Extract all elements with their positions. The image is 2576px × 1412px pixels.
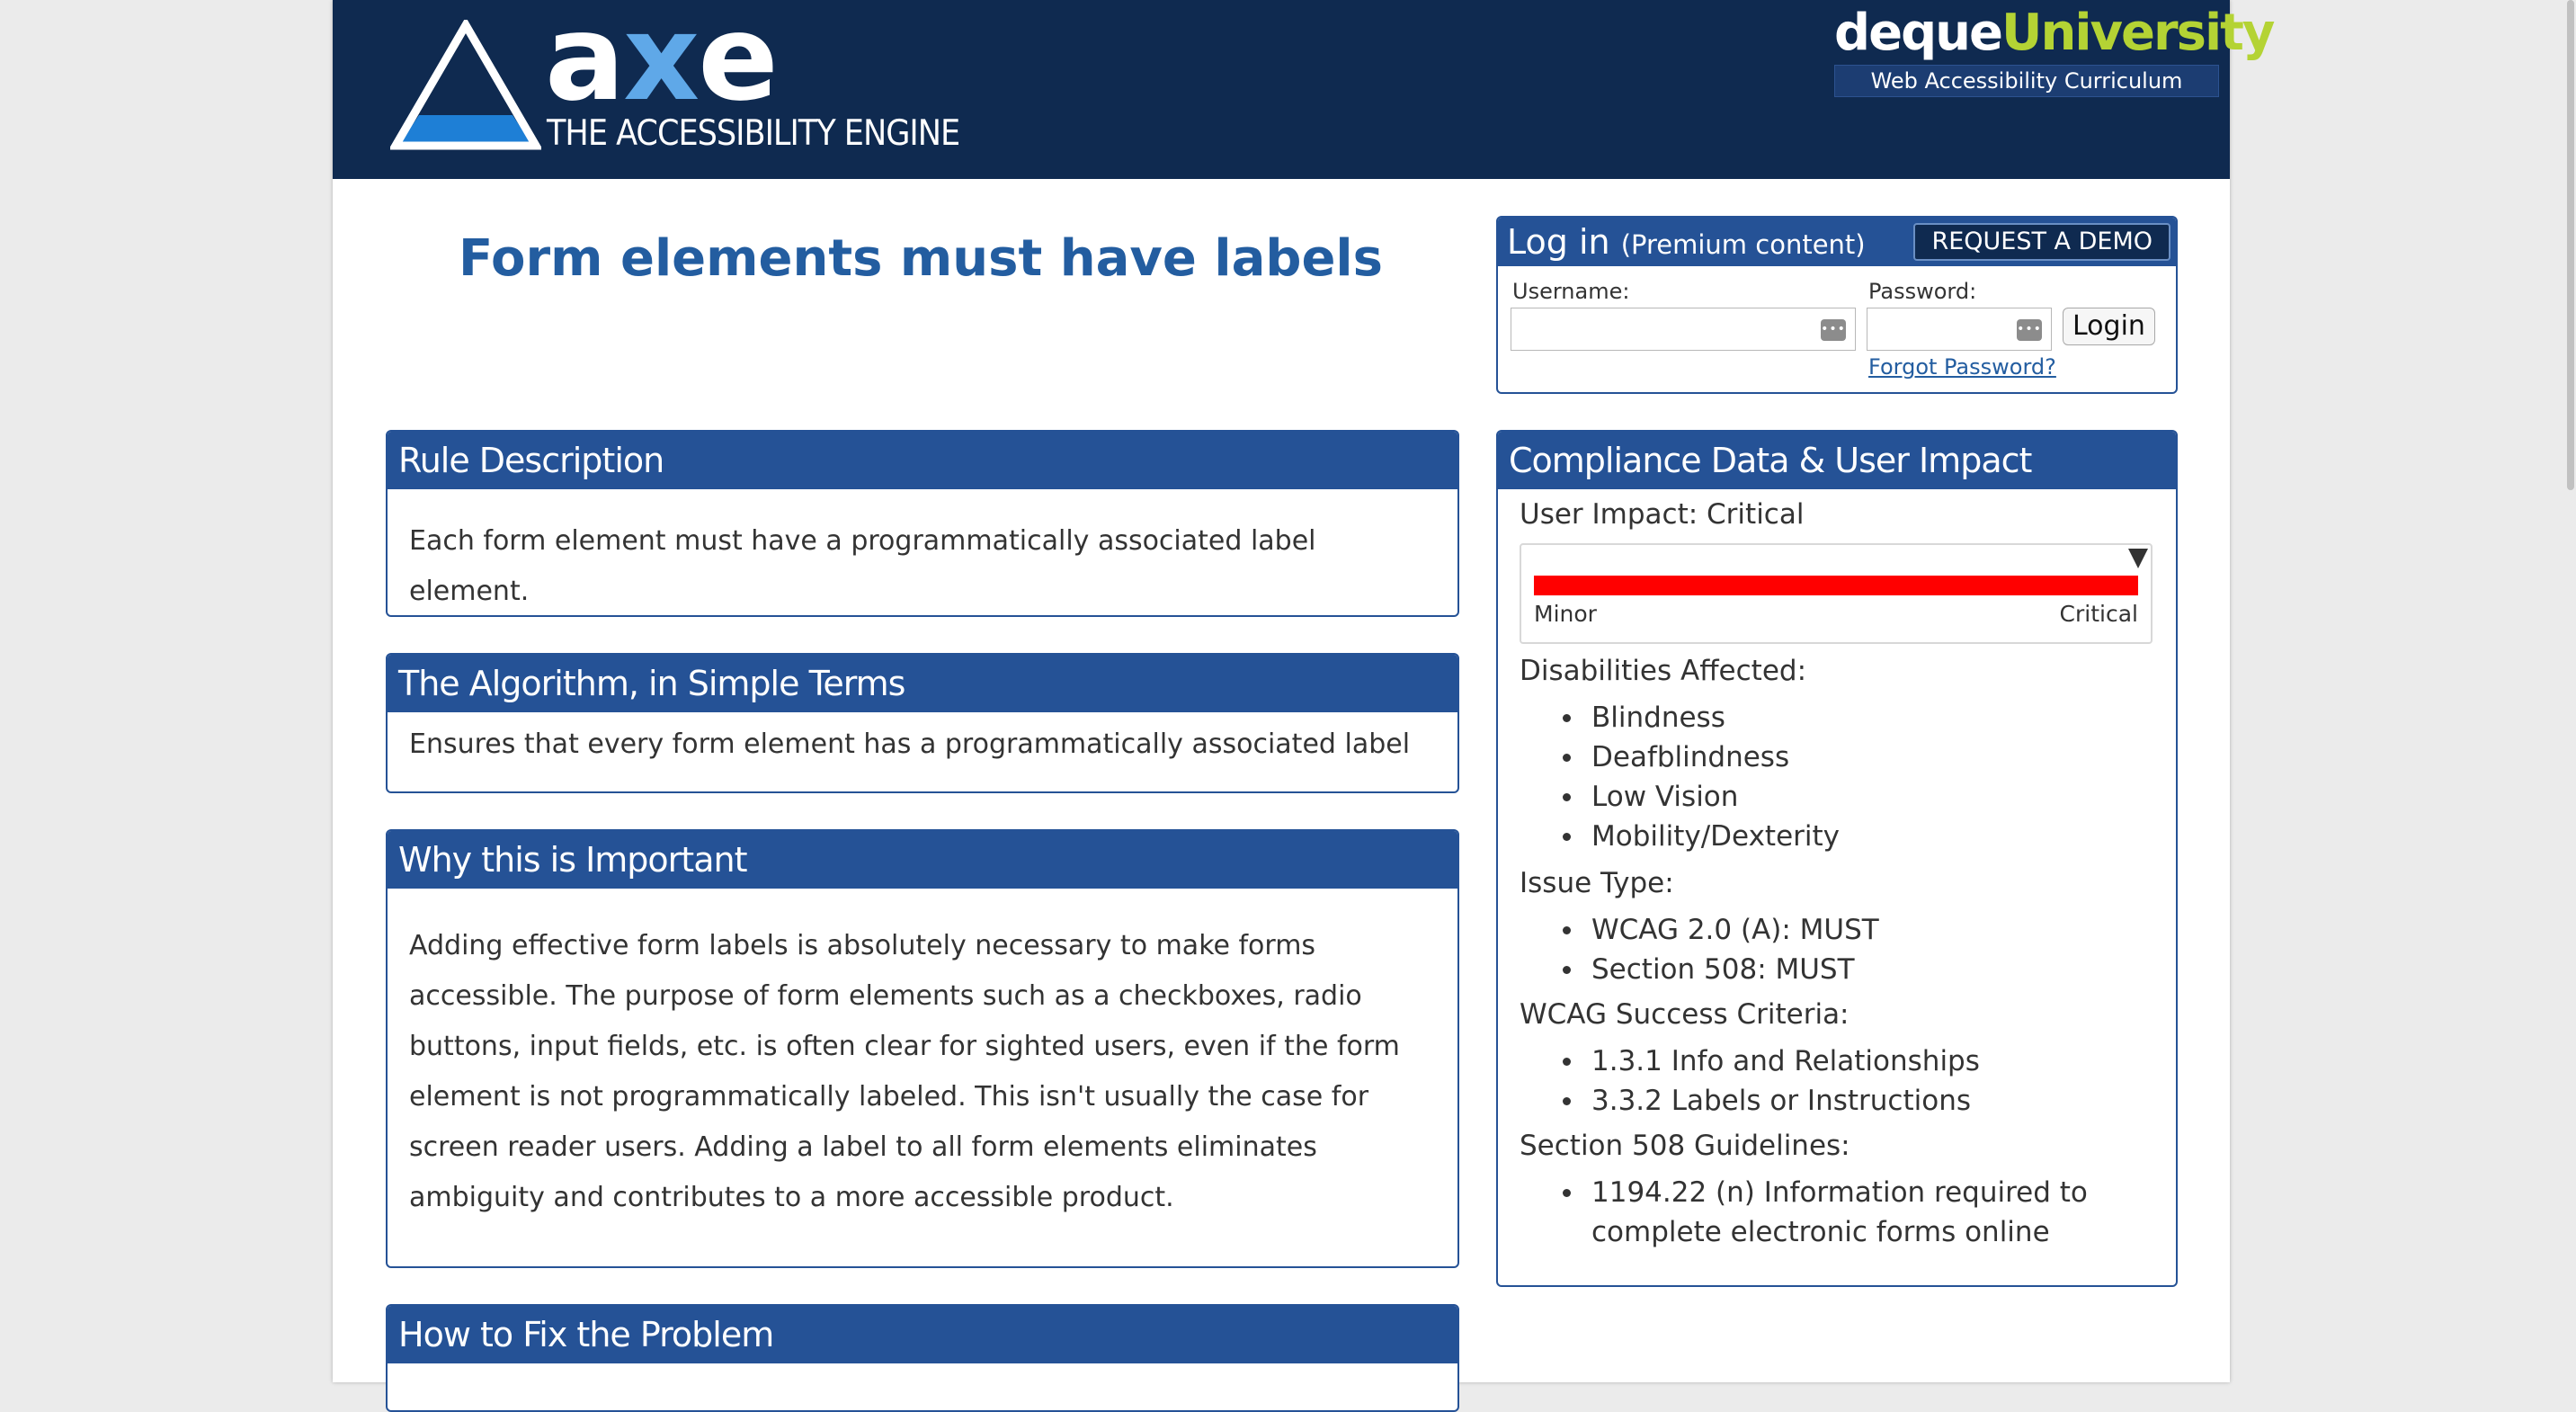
password-manager-icon[interactable]: •••: [2017, 319, 2042, 341]
list-item: Blindness: [1520, 698, 1840, 737]
panel-title: Rule Description: [388, 432, 1457, 489]
section508-heading: Section 508 Guidelines:: [1520, 1130, 1850, 1162]
login-panel: Log in (Premium content) REQUEST A DEMO …: [1496, 216, 2178, 394]
deque-university-logo[interactable]: dequeUniversity: [1834, 4, 2275, 62]
axe-triangle-icon: [390, 20, 541, 150]
list-item: 1194.22 (n) Information required to comp…: [1520, 1173, 2088, 1252]
rule-description-panel: Rule Description Each form element must …: [386, 430, 1459, 617]
page-container: axe THE ACCESSIBILITY ENGINE dequeUniver…: [333, 0, 2275, 1412]
user-impact-label: User Impact:: [1520, 498, 1698, 531]
list-item: Section 508: MUST: [1520, 950, 1879, 989]
user-impact-value: Critical: [1707, 498, 1805, 531]
disabilities-heading: Disabilities Affected:: [1520, 655, 1807, 687]
how-to-fix-panel: How to Fix the Problem: [386, 1304, 1459, 1412]
scrollbar-thumb[interactable]: [2567, 0, 2574, 490]
user-impact-line: User Impact: Critical: [1520, 498, 1804, 531]
panel-body: Ensures that every form element has a pr…: [409, 728, 1411, 760]
wcag-heading: WCAG Success Criteria:: [1520, 998, 1850, 1031]
disabilities-list: Blindness Deafblindness Low Vision Mobil…: [1520, 698, 1840, 856]
impact-scale-min: Minor: [1534, 601, 1597, 627]
impact-marker-icon: [2128, 549, 2148, 568]
axe-logo-tagline: THE ACCESSIBILITY ENGINE: [547, 113, 960, 154]
list-item: WCAG 2.0 (A): MUST: [1520, 910, 1879, 950]
list-item: Deafblindness: [1520, 737, 1840, 777]
panel-title: The Algorithm, in Simple Terms: [388, 655, 1457, 712]
list-item: 1.3.1 Info and Relationships: [1520, 1041, 1980, 1081]
panel-body: Adding effective form labels is absolute…: [409, 930, 1400, 1213]
panel-title: Compliance Data & User Impact: [1498, 432, 2176, 489]
login-heading: Log in: [1507, 222, 1610, 262]
login-button[interactable]: Login: [2063, 308, 2155, 345]
page-title: Form elements must have labels: [459, 229, 1383, 288]
compliance-panel: Compliance Data & User Impact User Impac…: [1496, 430, 2178, 1287]
why-important-panel: Why this is Important Adding effective f…: [386, 829, 1459, 1268]
brand-tagline: Web Accessibility Curriculum: [1834, 65, 2219, 97]
impact-scale-max: Critical: [2059, 601, 2138, 627]
premium-note: (Premium content): [1620, 229, 1866, 260]
list-item: Low Vision: [1520, 777, 1840, 817]
password-label: Password:: [1868, 279, 1977, 304]
panel-body: Each form element must have a programmat…: [409, 525, 1316, 607]
username-label: Username:: [1512, 279, 1630, 304]
username-input[interactable]: •••: [1511, 308, 1856, 351]
forgot-password-link[interactable]: Forgot Password?: [1868, 354, 2056, 380]
section508-list: 1194.22 (n) Information required to comp…: [1520, 1173, 2088, 1252]
impact-bar: [1534, 576, 2138, 595]
password-manager-icon[interactable]: •••: [1821, 319, 1846, 341]
wcag-list: 1.3.1 Info and Relationships 3.3.2 Label…: [1520, 1041, 1980, 1121]
list-item: 3.3.2 Labels or Instructions: [1520, 1081, 1980, 1121]
section508-line-2: complete electronic forms online: [1591, 1216, 2050, 1248]
issue-type-heading: Issue Type:: [1520, 867, 1674, 899]
request-demo-button[interactable]: REQUEST A DEMO: [1913, 223, 2170, 261]
panel-title: Why this is Important: [388, 831, 1457, 889]
login-header: Log in (Premium content) REQUEST A DEMO: [1498, 218, 2176, 266]
scrollbar[interactable]: [2565, 0, 2576, 1382]
password-input[interactable]: •••: [1867, 308, 2052, 351]
algorithm-panel: The Algorithm, in Simple Terms Ensures t…: [386, 653, 1459, 793]
axe-logo-word[interactable]: axe: [545, 0, 779, 118]
impact-meter: Minor Critical: [1520, 543, 2153, 644]
panel-title: How to Fix the Problem: [388, 1306, 1457, 1363]
section508-line-1: 1194.22 (n) Information required to: [1591, 1176, 2088, 1209]
site-header: axe THE ACCESSIBILITY ENGINE dequeUniver…: [333, 0, 2275, 179]
issue-type-list: WCAG 2.0 (A): MUST Section 508: MUST: [1520, 910, 1879, 989]
list-item: Mobility/Dexterity: [1520, 817, 1840, 856]
